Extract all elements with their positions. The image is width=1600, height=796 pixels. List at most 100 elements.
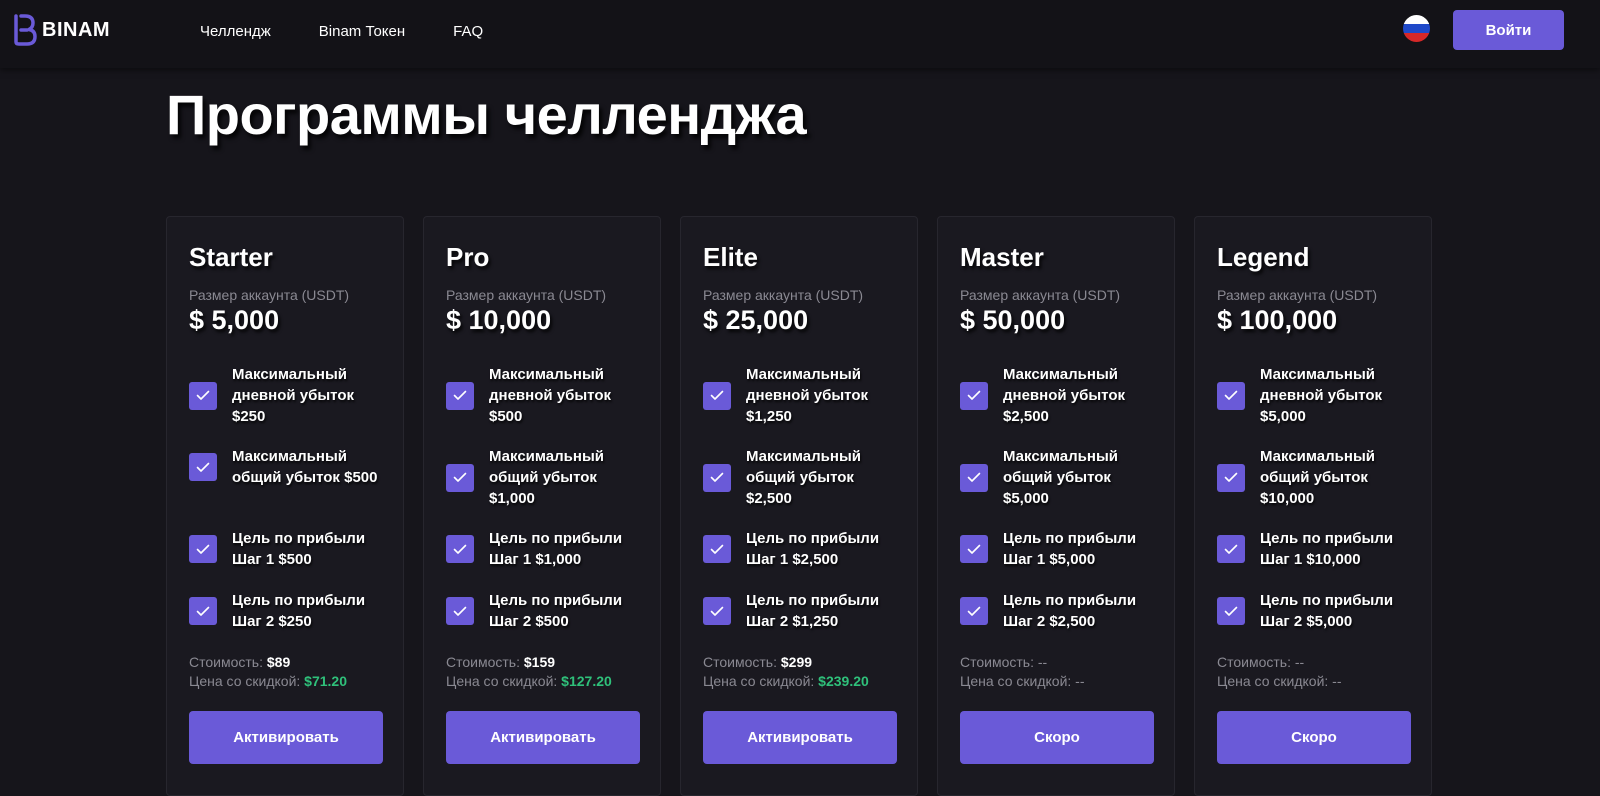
check-icon	[710, 472, 724, 482]
account-size-value: $ 10,000	[446, 305, 552, 335]
checkbox	[446, 463, 474, 492]
cost-label: Стоимость:	[1217, 654, 1295, 670]
account-size-label: Размер аккаунта (USDT)	[960, 287, 1121, 303]
russia-flag-icon[interactable]	[1403, 15, 1430, 42]
check-icon	[710, 390, 724, 400]
feature-item: Цель по прибыли Шаг 1 $1,000	[446, 528, 646, 570]
feature-text: Цель по прибыли Шаг 1 $5,000	[1003, 530, 1137, 568]
check-icon	[967, 544, 981, 554]
nav-challenge[interactable]: Челлендж	[200, 23, 271, 40]
feature-text: Цель по прибыли Шаг 1 $500	[232, 530, 366, 568]
feature-text: Цель по прибыли Шаг 1 $1,000	[489, 530, 623, 568]
checkbox	[446, 597, 474, 625]
program-card-master: Master Размер аккаунта (USDT) $ 50,000 Мак…	[937, 216, 1175, 796]
feature-item: Максимальный общий убыток $2,500	[703, 446, 903, 509]
cost-label: Стоимость:	[189, 654, 267, 670]
feature-item: Цель по прибыли Шаг 2 $5,000	[1217, 590, 1417, 632]
activate-button[interactable]: Активировать	[703, 711, 897, 764]
feature-text: Максимальный общий убыток $500	[232, 448, 378, 486]
check-icon	[453, 606, 467, 616]
login-button[interactable]: Войти	[1453, 10, 1564, 50]
check-icon	[710, 606, 724, 616]
account-size-value: $ 5,000	[189, 305, 280, 335]
feature-item: Цель по прибыли Шаг 2 $2,500	[960, 590, 1160, 632]
feature-text: Максимальный дневной убыток $5,000	[1260, 366, 1382, 425]
discount-value: --	[1075, 673, 1085, 689]
feature-item: Максимальный дневной убыток $5,000	[1217, 364, 1417, 427]
coming-soon-button[interactable]: Скоро	[1217, 711, 1411, 764]
feature-item: Цель по прибыли Шаг 1 $500	[189, 528, 389, 570]
cost-label: Стоимость:	[703, 654, 781, 670]
cost-value: $299	[780, 654, 813, 670]
main-nav: Челлендж Binam Токен FAQ	[200, 0, 483, 62]
feature-text: Цель по прибыли Шаг 2 $2,500	[1003, 592, 1137, 630]
price-block: Стоимость: -- Цена со скидкой: --	[960, 653, 1085, 691]
checkbox	[703, 535, 731, 563]
activate-button[interactable]: Активировать	[189, 711, 383, 764]
card-title: Master	[960, 242, 1044, 272]
program-card-elite: Elite Размер аккаунта (USDT) $ 25,000 Макс…	[680, 216, 918, 796]
feature-item: Цель по прибыли Шаг 1 $10,000	[1217, 528, 1417, 570]
checkbox	[189, 453, 217, 481]
cost-line: Стоимость: --	[1217, 653, 1342, 672]
logo[interactable]: BINAM	[12, 14, 110, 46]
check-icon	[196, 606, 210, 616]
card-title: Legend	[1217, 242, 1310, 272]
cost-value: $89	[266, 654, 291, 670]
program-card-starter: Starter Размер аккаунта (USDT) $ 5,000 Мак…	[166, 216, 404, 796]
discount-line: Цена со скидкой: $71.20	[189, 672, 347, 691]
account-size-value: $ 25,000	[703, 305, 809, 335]
coming-soon-button[interactable]: Скоро	[960, 711, 1154, 764]
checkbox	[960, 463, 988, 492]
checkbox	[446, 381, 474, 410]
feature-item: Цель по прибыли Шаг 1 $5,000	[960, 528, 1160, 570]
cost-label: Стоимость:	[446, 654, 524, 670]
account-size-label: Размер аккаунта (USDT)	[703, 287, 864, 303]
feature-item: Цель по прибыли Шаг 2 $250	[189, 590, 389, 632]
cost-value: --	[1037, 654, 1048, 670]
check-icon	[1224, 544, 1238, 554]
feature-text: Максимальный дневной убыток $2,500	[1003, 366, 1125, 425]
checkbox	[189, 381, 217, 410]
cost-label: Стоимость:	[960, 654, 1038, 670]
price-block: Стоимость: -- Цена со скидкой: --	[1217, 653, 1342, 691]
checkbox	[189, 597, 217, 625]
feature-item: Цель по прибыли Шаг 2 $1,250	[703, 590, 903, 632]
feature-text: Цель по прибыли Шаг 1 $10,000	[1260, 530, 1394, 568]
checkbox	[446, 535, 474, 563]
activate-button[interactable]: Активировать	[446, 711, 640, 764]
feature-text: Максимальный дневной убыток $250	[232, 366, 354, 425]
feature-text: Максимальный общий убыток $2,500	[746, 448, 861, 507]
checkbox	[703, 463, 731, 492]
check-icon	[453, 544, 467, 554]
feature-item: Цель по прибыли Шаг 2 $500	[446, 590, 646, 632]
feature-text: Максимальный дневной убыток $500	[489, 366, 611, 425]
cost-line: Стоимость: $89	[189, 653, 347, 672]
check-icon	[453, 472, 467, 482]
account-size-value: $ 100,000	[1217, 305, 1338, 335]
discount-value: $239.20	[818, 673, 869, 689]
check-icon	[967, 472, 981, 482]
discount-value: $71.20	[304, 673, 347, 689]
cost-value: $159	[523, 654, 556, 670]
price-block: Стоимость: $159 Цена со скидкой: $127.20	[446, 653, 612, 691]
checkbox	[1217, 381, 1245, 410]
feature-item: Цель по прибыли Шаг 1 $2,500	[703, 528, 903, 570]
feature-item: Максимальный общий убыток $500	[189, 446, 389, 488]
feature-item: Максимальный дневной убыток $2,500	[960, 364, 1160, 427]
checkbox	[703, 381, 731, 410]
nav-faq[interactable]: FAQ	[453, 23, 483, 40]
top-navbar: BINAM Челлендж Binam Токен FAQ Войти	[0, 0, 1600, 68]
check-icon	[710, 544, 724, 554]
checkbox	[1217, 535, 1245, 563]
check-icon	[196, 544, 210, 554]
program-card-legend: Legend Размер аккаунта (USDT) $ 100,000 Ма…	[1194, 216, 1432, 796]
checkbox	[1217, 463, 1245, 492]
feature-text: Максимальный общий убыток $10,000	[1260, 448, 1375, 507]
page-title: Программы челленджа	[166, 83, 807, 146]
discount-label: Цена со скидкой:	[960, 673, 1076, 689]
account-size-label: Размер аккаунта (USDT)	[446, 287, 607, 303]
discount-line: Цена со скидкой: $127.20	[446, 672, 612, 691]
check-icon	[196, 390, 210, 400]
nav-binam-token[interactable]: Binam Токен	[319, 23, 405, 40]
